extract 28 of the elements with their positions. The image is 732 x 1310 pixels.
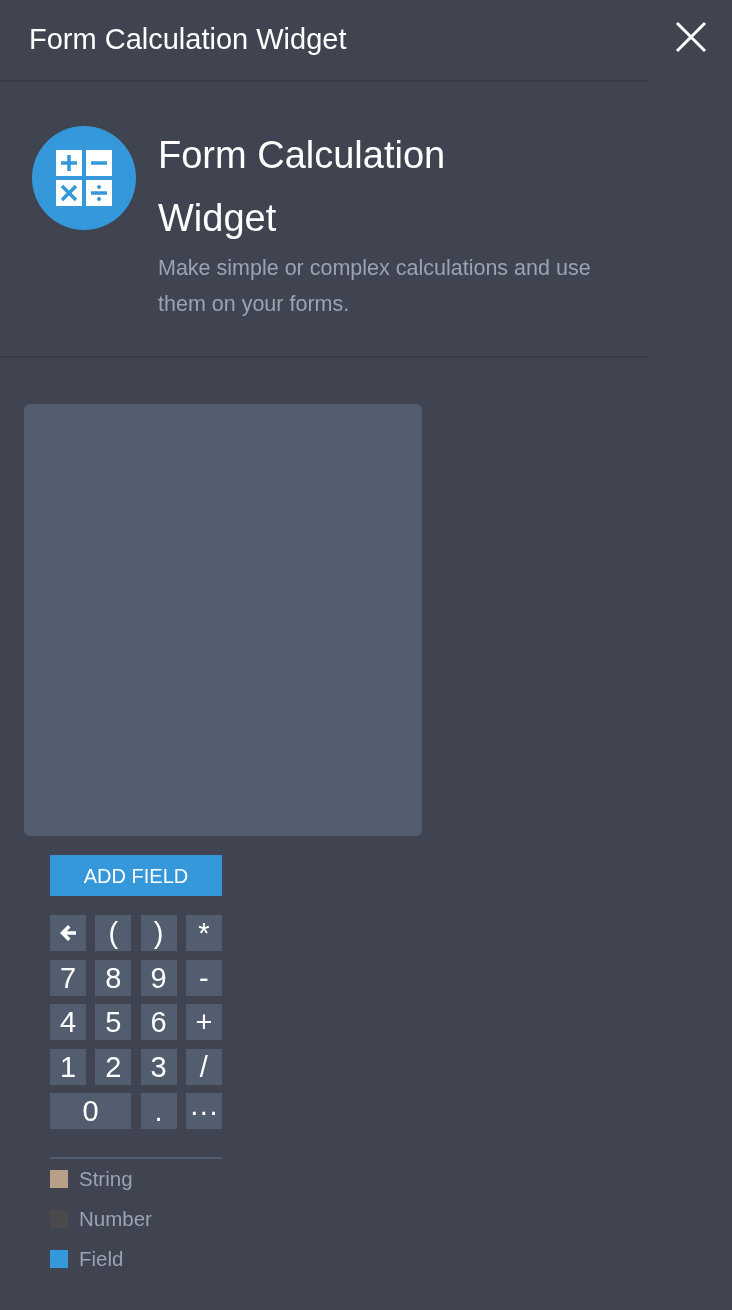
keypad-key[interactable]: 8 <box>95 959 132 996</box>
keypad-key[interactable]: 3 <box>140 1048 177 1085</box>
keypad-key[interactable]: ( <box>95 915 132 951</box>
keypad-key[interactable]: 0 <box>50 1093 132 1129</box>
keypad-key[interactable]: 1 <box>50 1048 86 1085</box>
close-button[interactable] <box>674 20 708 54</box>
keypad-key[interactable]: 5 <box>95 1004 132 1040</box>
keypad-key[interactable]: - <box>185 959 222 996</box>
left-arrow-icon <box>58 923 78 943</box>
panel-title: Form Calculation Widget <box>29 22 347 58</box>
backspace-key[interactable] <box>50 915 86 951</box>
keypad-key[interactable]: / <box>185 1048 222 1085</box>
widget-title: Form Calculation Widget <box>158 133 447 241</box>
keypad-key[interactable]: * <box>185 915 222 951</box>
calculator-icon <box>32 126 136 230</box>
legend-label: Number <box>79 1205 152 1232</box>
keypad-key[interactable]: 2 <box>95 1048 132 1085</box>
keypad-key[interactable]: + <box>185 1004 222 1040</box>
keypad-key[interactable]: . <box>140 1093 177 1129</box>
keypad-key[interactable]: 9 <box>140 959 177 996</box>
keypad-key[interactable]: 6 <box>140 1004 177 1040</box>
widget-description: Make simple or complex calculations and use them on your forms. <box>158 255 592 318</box>
keypad-key[interactable]: ) <box>140 915 177 951</box>
keypad-key[interactable]: ··· <box>185 1093 222 1129</box>
keypad-key[interactable]: 4 <box>50 1004 86 1040</box>
keypad-key[interactable]: 7 <box>50 959 86 996</box>
legend-label: String <box>79 1165 133 1192</box>
legend-label: Field <box>79 1245 124 1272</box>
